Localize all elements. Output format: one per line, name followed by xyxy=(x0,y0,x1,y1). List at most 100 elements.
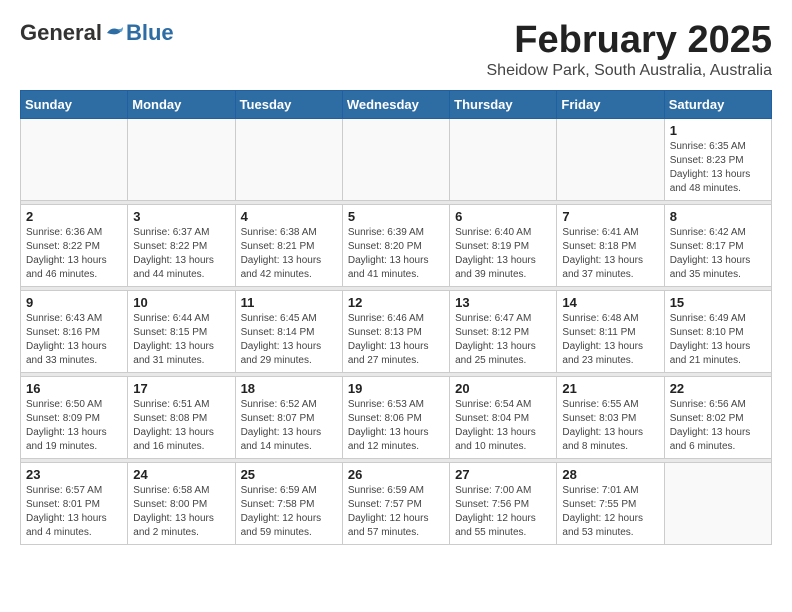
day-number: 16 xyxy=(26,381,122,396)
week-row-5: 23Sunrise: 6:57 AM Sunset: 8:01 PM Dayli… xyxy=(21,462,772,544)
day-info: Sunrise: 6:35 AM Sunset: 8:23 PM Dayligh… xyxy=(670,140,766,196)
day-cell xyxy=(557,118,664,200)
day-cell: 1 Sunrise: 6:35 AM Sunset: 8:23 PM Daylig… xyxy=(664,118,771,200)
logo: General Blue xyxy=(20,20,174,46)
day-cell xyxy=(21,118,128,200)
day-number: 5 xyxy=(348,209,444,224)
day-cell: 23Sunrise: 6:57 AM Sunset: 8:01 PM Dayli… xyxy=(21,462,128,544)
col-header-tuesday: Tuesday xyxy=(235,90,342,118)
month-title: February 2025 xyxy=(487,20,773,62)
day-number: 13 xyxy=(455,295,551,310)
day-cell: 11Sunrise: 6:45 AM Sunset: 8:14 PM Dayli… xyxy=(235,290,342,372)
day-number: 3 xyxy=(133,209,229,224)
day-number: 2 xyxy=(26,209,122,224)
day-cell: 19 Sunrise: 6:53 AM Sunset: 8:06 PM Dayli… xyxy=(342,376,449,458)
day-cell xyxy=(450,118,557,200)
day-number: 28 xyxy=(562,467,658,482)
day-cell: 24Sunrise: 6:58 AM Sunset: 8:00 PM Dayli… xyxy=(128,462,235,544)
day-cell: 20 Sunrise: 6:54 AM Sunset: 8:04 PM Dayli… xyxy=(450,376,557,458)
calendar: SundayMondayTuesdayWednesdayThursdayFrid… xyxy=(20,90,772,545)
day-info: Sunrise: 6:46 AM Sunset: 8:13 PM Dayligh… xyxy=(348,312,444,368)
day-info: Sunrise: 6:59 AM Sunset: 7:58 PM Dayligh… xyxy=(241,484,337,540)
day-info: Sunrise: 6:53 AM Sunset: 8:06 PM Dayligh… xyxy=(348,398,444,454)
day-cell xyxy=(664,462,771,544)
day-cell: 16 Sunrise: 6:50 AM Sunset: 8:09 PM Dayli… xyxy=(21,376,128,458)
week-row-3: 9 Sunrise: 6:43 AM Sunset: 8:16 PM Daylig… xyxy=(21,290,772,372)
day-cell: 7Sunrise: 6:41 AM Sunset: 8:18 PM Daylig… xyxy=(557,204,664,286)
day-info: Sunrise: 6:47 AM Sunset: 8:12 PM Dayligh… xyxy=(455,312,551,368)
day-cell: 9 Sunrise: 6:43 AM Sunset: 8:16 PM Daylig… xyxy=(21,290,128,372)
day-cell: 2 Sunrise: 6:36 AM Sunset: 8:22 PM Daylig… xyxy=(21,204,128,286)
logo-bird-icon xyxy=(103,25,125,41)
day-number: 6 xyxy=(455,209,551,224)
day-cell: 27 Sunrise: 7:00 AM Sunset: 7:56 PM Dayli… xyxy=(450,462,557,544)
day-number: 20 xyxy=(455,381,551,396)
day-cell: 12 Sunrise: 6:46 AM Sunset: 8:13 PM Dayli… xyxy=(342,290,449,372)
day-number: 17 xyxy=(133,381,229,396)
day-cell: 28 Sunrise: 7:01 AM Sunset: 7:55 PM Dayli… xyxy=(557,462,664,544)
title-area: February 2025 Sheidow Park, South Austra… xyxy=(487,20,773,80)
day-info: Sunrise: 6:42 AM Sunset: 8:17 PM Dayligh… xyxy=(670,226,766,282)
day-number: 14 xyxy=(562,295,658,310)
day-cell xyxy=(342,118,449,200)
day-number: 27 xyxy=(455,467,551,482)
day-info: Sunrise: 6:38 AM Sunset: 8:21 PM Dayligh… xyxy=(241,226,337,282)
day-number: 9 xyxy=(26,295,122,310)
col-header-thursday: Thursday xyxy=(450,90,557,118)
day-info: Sunrise: 7:00 AM Sunset: 7:56 PM Dayligh… xyxy=(455,484,551,540)
day-number: 22 xyxy=(670,381,766,396)
calendar-header-row: SundayMondayTuesdayWednesdayThursdayFrid… xyxy=(21,90,772,118)
day-info: Sunrise: 6:55 AM Sunset: 8:03 PM Dayligh… xyxy=(562,398,658,454)
day-info: Sunrise: 6:36 AM Sunset: 8:22 PM Dayligh… xyxy=(26,226,122,282)
day-cell: 5 Sunrise: 6:39 AM Sunset: 8:20 PM Daylig… xyxy=(342,204,449,286)
day-number: 19 xyxy=(348,381,444,396)
day-info: Sunrise: 6:58 AM Sunset: 8:00 PM Dayligh… xyxy=(133,484,229,540)
day-cell: 13 Sunrise: 6:47 AM Sunset: 8:12 PM Dayli… xyxy=(450,290,557,372)
day-cell: 10Sunrise: 6:44 AM Sunset: 8:15 PM Dayli… xyxy=(128,290,235,372)
day-info: Sunrise: 6:48 AM Sunset: 8:11 PM Dayligh… xyxy=(562,312,658,368)
day-number: 12 xyxy=(348,295,444,310)
day-info: Sunrise: 6:39 AM Sunset: 8:20 PM Dayligh… xyxy=(348,226,444,282)
day-info: Sunrise: 6:50 AM Sunset: 8:09 PM Dayligh… xyxy=(26,398,122,454)
day-cell xyxy=(128,118,235,200)
day-info: Sunrise: 6:51 AM Sunset: 8:08 PM Dayligh… xyxy=(133,398,229,454)
week-row-1: 1 Sunrise: 6:35 AM Sunset: 8:23 PM Daylig… xyxy=(21,118,772,200)
header: General Blue February 2025 Sheidow Park,… xyxy=(20,20,772,80)
day-info: Sunrise: 6:37 AM Sunset: 8:22 PM Dayligh… xyxy=(133,226,229,282)
day-info: Sunrise: 7:01 AM Sunset: 7:55 PM Dayligh… xyxy=(562,484,658,540)
day-cell: 8 Sunrise: 6:42 AM Sunset: 8:17 PM Daylig… xyxy=(664,204,771,286)
day-info: Sunrise: 6:43 AM Sunset: 8:16 PM Dayligh… xyxy=(26,312,122,368)
day-number: 10 xyxy=(133,295,229,310)
logo-general: General xyxy=(20,20,102,46)
day-number: 25 xyxy=(241,467,337,482)
day-cell: 6 Sunrise: 6:40 AM Sunset: 8:19 PM Daylig… xyxy=(450,204,557,286)
day-number: 8 xyxy=(670,209,766,224)
day-number: 4 xyxy=(241,209,337,224)
day-cell: 15 Sunrise: 6:49 AM Sunset: 8:10 PM Dayli… xyxy=(664,290,771,372)
day-number: 15 xyxy=(670,295,766,310)
day-info: Sunrise: 6:54 AM Sunset: 8:04 PM Dayligh… xyxy=(455,398,551,454)
col-header-monday: Monday xyxy=(128,90,235,118)
day-cell: 17 Sunrise: 6:51 AM Sunset: 8:08 PM Dayli… xyxy=(128,376,235,458)
day-number: 11 xyxy=(241,295,337,310)
day-number: 1 xyxy=(670,123,766,138)
col-header-wednesday: Wednesday xyxy=(342,90,449,118)
day-cell: 3 Sunrise: 6:37 AM Sunset: 8:22 PM Daylig… xyxy=(128,204,235,286)
day-cell: 4 Sunrise: 6:38 AM Sunset: 8:21 PM Daylig… xyxy=(235,204,342,286)
day-cell: 26Sunrise: 6:59 AM Sunset: 7:57 PM Dayli… xyxy=(342,462,449,544)
day-cell: 25 Sunrise: 6:59 AM Sunset: 7:58 PM Dayli… xyxy=(235,462,342,544)
logo-blue: Blue xyxy=(126,20,174,46)
day-number: 7 xyxy=(562,209,658,224)
day-number: 21 xyxy=(562,381,658,396)
day-number: 26 xyxy=(348,467,444,482)
day-cell: 18 Sunrise: 6:52 AM Sunset: 8:07 PM Dayli… xyxy=(235,376,342,458)
day-info: Sunrise: 6:52 AM Sunset: 8:07 PM Dayligh… xyxy=(241,398,337,454)
day-number: 23 xyxy=(26,467,122,482)
day-number: 18 xyxy=(241,381,337,396)
col-header-sunday: Sunday xyxy=(21,90,128,118)
day-info: Sunrise: 6:40 AM Sunset: 8:19 PM Dayligh… xyxy=(455,226,551,282)
col-header-saturday: Saturday xyxy=(664,90,771,118)
col-header-friday: Friday xyxy=(557,90,664,118)
day-info: Sunrise: 6:56 AM Sunset: 8:02 PM Dayligh… xyxy=(670,398,766,454)
day-info: Sunrise: 6:49 AM Sunset: 8:10 PM Dayligh… xyxy=(670,312,766,368)
